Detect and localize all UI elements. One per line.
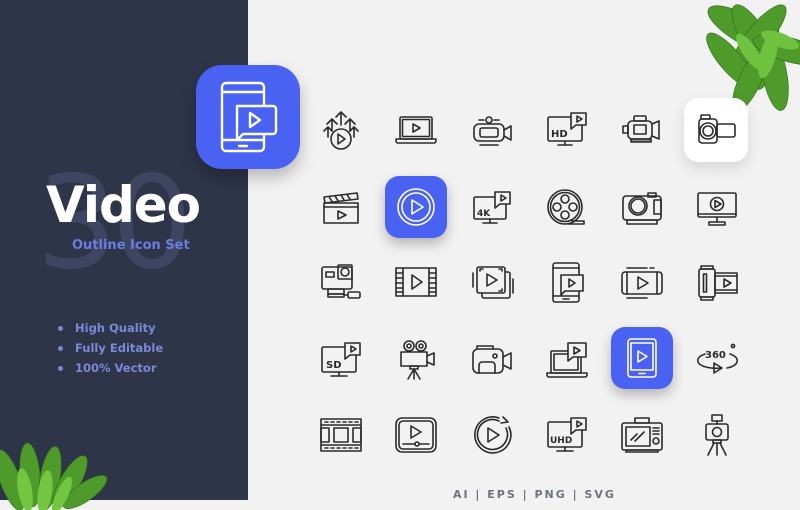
icon-cell bbox=[687, 405, 747, 465]
icon-cell bbox=[386, 330, 446, 390]
hero-tile bbox=[196, 65, 300, 169]
icon-cell: 4K bbox=[462, 178, 522, 238]
bullet-icon bbox=[58, 365, 63, 371]
icon-cell bbox=[612, 100, 672, 160]
icon-cell bbox=[462, 330, 522, 390]
dslr-camera-back-icon bbox=[621, 417, 663, 453]
camcorder-icon bbox=[622, 115, 660, 143]
upload-video-arrows-icon bbox=[323, 111, 359, 150]
plant-bottom-left-decoration bbox=[0, 442, 108, 510]
icon-cell bbox=[537, 178, 597, 238]
icon-tile-highlighted bbox=[684, 98, 748, 162]
svg-text:360: 360 bbox=[705, 350, 726, 361]
svg-text:UHD: UHD bbox=[550, 436, 572, 446]
video-player-icon bbox=[395, 417, 437, 453]
feature-item: Fully Editable bbox=[58, 338, 163, 358]
clapperboard-icon bbox=[323, 192, 359, 224]
feature-item: 100% Vector bbox=[58, 358, 163, 378]
icon-tile-highlighted bbox=[385, 176, 447, 238]
tablet-play-icon bbox=[627, 338, 657, 378]
icon-tile-highlighted bbox=[611, 327, 673, 389]
icon-cell: UHD bbox=[537, 405, 597, 465]
video-recorder-icon bbox=[472, 345, 512, 374]
landscape-phone-play-icon bbox=[621, 267, 663, 299]
video-playlist-icon bbox=[472, 266, 514, 299]
sd-monitor-icon: SD bbox=[321, 342, 361, 377]
photo-camera-icon bbox=[622, 192, 662, 225]
icon-cell bbox=[311, 252, 371, 312]
replay-video-icon bbox=[474, 416, 512, 454]
icon-cell bbox=[311, 100, 371, 160]
film-reel-icon bbox=[547, 189, 585, 225]
icon-cell bbox=[462, 100, 522, 160]
360-video-icon: 360 bbox=[696, 343, 739, 374]
4k-monitor-icon: 4K bbox=[473, 191, 511, 224]
bullet-icon bbox=[58, 345, 63, 351]
film-roll-icon bbox=[698, 265, 738, 301]
laptop-video-message-icon bbox=[546, 342, 588, 378]
icon-cell bbox=[462, 405, 522, 465]
icon-cell bbox=[311, 405, 371, 465]
icon-cell bbox=[537, 252, 597, 312]
file-formats-label: AI | EPS | PNG | SVG bbox=[453, 488, 616, 501]
icon-cell: 360 bbox=[687, 330, 747, 390]
uhd-monitor-icon: UHD bbox=[547, 417, 587, 452]
laptop-play-icon bbox=[395, 116, 437, 144]
handycam-icon bbox=[698, 114, 736, 144]
icon-cell bbox=[612, 178, 672, 238]
icon-cell bbox=[537, 330, 597, 390]
bullet-icon bbox=[58, 325, 63, 331]
camera-tripod-icon bbox=[705, 414, 729, 456]
icon-cell bbox=[386, 405, 446, 465]
play-circle-icon bbox=[397, 188, 435, 226]
icon-cell bbox=[612, 252, 672, 312]
icon-cell bbox=[687, 252, 747, 312]
video-camera-icon bbox=[473, 116, 512, 146]
feature-list: High Quality Fully Editable 100% Vector bbox=[58, 318, 163, 378]
feature-item: High Quality bbox=[58, 318, 163, 338]
icon-cell bbox=[311, 178, 371, 238]
svg-text:4K: 4K bbox=[477, 209, 491, 219]
page-title: Video bbox=[46, 176, 201, 234]
icon-cell bbox=[687, 178, 747, 238]
phone-video-message-icon bbox=[552, 262, 584, 303]
film-strip-play-icon bbox=[395, 267, 437, 297]
svg-text:SD: SD bbox=[326, 360, 342, 371]
movie-camera-tripod-icon bbox=[400, 340, 435, 380]
smartphone-video-message-icon bbox=[220, 81, 278, 153]
icon-cell bbox=[612, 405, 672, 465]
icon-cell: HD bbox=[537, 100, 597, 160]
hd-monitor-icon: HD bbox=[547, 112, 587, 146]
icon-cell: SD bbox=[311, 330, 371, 390]
icon-cell bbox=[462, 252, 522, 312]
page-subtitle: Outline Icon Set bbox=[72, 238, 190, 253]
icon-cell bbox=[386, 100, 446, 160]
svg-text:HD: HD bbox=[551, 129, 568, 140]
action-camera-icon bbox=[321, 264, 361, 299]
icon-cell bbox=[386, 252, 446, 312]
film-frames-icon bbox=[320, 418, 362, 452]
monitor-play-icon bbox=[697, 192, 737, 226]
